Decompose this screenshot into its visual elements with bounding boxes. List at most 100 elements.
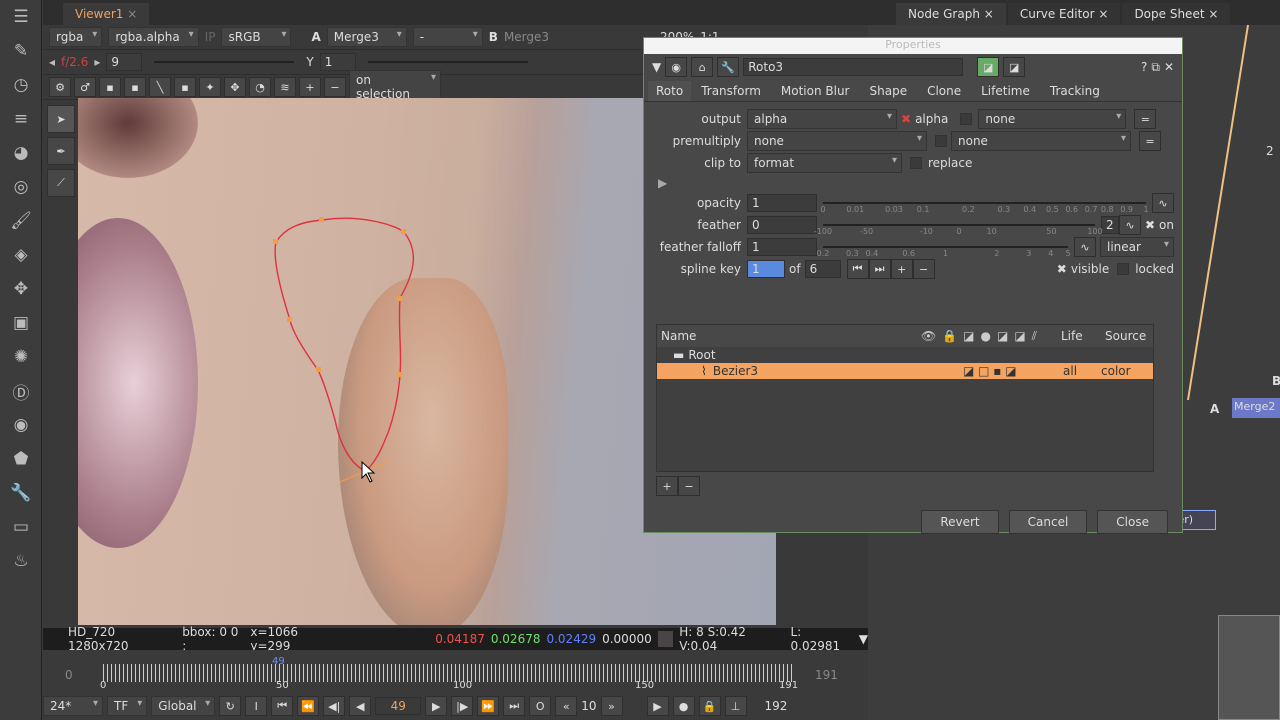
- tab-motion-blur[interactable]: Motion Blur: [771, 81, 860, 101]
- slider-tick-label: 0.2: [816, 249, 830, 258]
- out-point-icon[interactable]: O: [529, 696, 552, 716]
- premult-extra-dropdown[interactable]: none: [951, 131, 1131, 151]
- first-frame-icon[interactable]: ⏮: [271, 696, 294, 716]
- tab-tracking[interactable]: Tracking: [1040, 81, 1110, 101]
- close-icon[interactable]: ✕: [1164, 60, 1174, 74]
- in-point-icon[interactable]: I: [245, 696, 268, 716]
- tf-dropdown[interactable]: TF: [107, 696, 148, 716]
- prev-key-icon[interactable]: ⏮: [846, 259, 869, 279]
- revert-button[interactable]: Revert: [921, 510, 999, 534]
- tab-transform[interactable]: Transform: [691, 81, 771, 101]
- column-source[interactable]: Source: [1097, 329, 1153, 343]
- layer-source: color: [1101, 364, 1131, 378]
- navigator-minimap[interactable]: [1218, 615, 1280, 720]
- layer-tree[interactable]: Name 👁🔒◪●◪◪⫽ Life Source ▬ Root ⌇ Bezier3 ◪…: [656, 324, 1154, 472]
- remove-key-icon[interactable]: −: [912, 259, 935, 279]
- range-end[interactable]: 191: [815, 668, 838, 682]
- extra-channel-checkbox[interactable]: [960, 113, 973, 125]
- loop-icon[interactable]: ↻: [219, 696, 242, 716]
- luminance-value: L: 0.02981: [790, 625, 841, 653]
- feather-slider[interactable]: -100 -50 -10 0 10 50 100: [814, 224, 1103, 236]
- cancel-button[interactable]: Cancel: [1008, 510, 1088, 534]
- color-green-icon[interactable]: ◪: [977, 57, 1000, 77]
- increment-field[interactable]: 10: [581, 699, 596, 713]
- add-key-icon[interactable]: +: [890, 259, 913, 279]
- slider-tick-label: 10: [986, 227, 997, 236]
- next-frame-icon[interactable]: |▶: [451, 696, 474, 716]
- flipbook-icon[interactable]: ▶: [646, 696, 669, 716]
- output-dropdown[interactable]: alpha: [747, 109, 897, 129]
- tick-label: 191: [779, 680, 799, 691]
- viewer-info-bar: HD_720 1280x720 bbox: 0 0 : x=1066 y=299…: [43, 625, 868, 653]
- column-life[interactable]: Life: [1061, 329, 1097, 343]
- animation-curve-icon[interactable]: ∿: [1074, 237, 1096, 257]
- equal-button[interactable]: =: [1139, 131, 1161, 151]
- equal-button[interactable]: =: [1134, 109, 1157, 129]
- tree-row-root[interactable]: ▬ Root: [657, 347, 1153, 363]
- animation-curve-icon[interactable]: ∿: [1152, 193, 1174, 213]
- locked-checkbox[interactable]: [1117, 263, 1130, 275]
- expand-icon[interactable]: ▼: [859, 632, 868, 646]
- animation-curve-icon[interactable]: ∿: [1118, 215, 1141, 235]
- prev-key-icon[interactable]: ⏪: [297, 696, 320, 716]
- current-frame-marker[interactable]: 49: [272, 656, 285, 667]
- play-backward-icon[interactable]: ◀: [349, 696, 372, 716]
- opacity-slider[interactable]: 0 0.01 0.03 0.1 0.2 0.3 0.4 0.5 0.6 0.7 0.8 0.9 1: [820, 202, 1149, 214]
- lock-icon[interactable]: 🔒: [698, 696, 721, 716]
- end-frame-field[interactable]: 192: [765, 699, 788, 713]
- feather-count[interactable]: 2: [1100, 216, 1119, 234]
- frame-field[interactable]: 49: [375, 697, 422, 715]
- on-checkbox[interactable]: ✖: [1145, 218, 1155, 232]
- tab-shape[interactable]: Shape: [860, 81, 918, 101]
- remove-layer-button[interactable]: −: [678, 476, 700, 496]
- premultiply-dropdown[interactable]: none: [747, 131, 927, 151]
- node-name-field[interactable]: Roto3: [743, 58, 964, 76]
- tree-row-bezier3[interactable]: ⌇ Bezier3 ◪ □ ▪ ◪ all color: [657, 363, 1153, 379]
- red-value: 0.04187: [435, 632, 485, 646]
- slider-tick-label: 4: [1048, 249, 1054, 258]
- output-extra-dropdown[interactable]: none: [978, 109, 1127, 129]
- skip-forward-icon[interactable]: »: [600, 696, 623, 716]
- tick-label: 0: [100, 680, 107, 691]
- slider-tick-label: 0: [956, 227, 962, 236]
- fps-dropdown[interactable]: 24*: [43, 696, 103, 716]
- spline-key-field[interactable]: 1: [747, 260, 785, 278]
- play-forward-icon[interactable]: ▶: [425, 696, 448, 716]
- center-node-icon[interactable]: ◉: [665, 57, 688, 77]
- replace-checkbox[interactable]: [910, 157, 922, 169]
- close-button[interactable]: Close: [1097, 510, 1168, 534]
- clip-to-dropdown[interactable]: format: [747, 153, 902, 173]
- tab-clone[interactable]: Clone: [917, 81, 971, 101]
- expand-arrow-icon[interactable]: ▶: [658, 176, 667, 190]
- range-start[interactable]: 0: [65, 668, 73, 682]
- record-icon[interactable]: ●: [672, 696, 695, 716]
- merge2-node[interactable]: Merge2: [1232, 398, 1280, 418]
- help-icon[interactable]: ?: [1141, 60, 1147, 74]
- opacity-field[interactable]: 1: [747, 194, 817, 212]
- next-key-icon[interactable]: ⏭: [868, 259, 891, 279]
- falloff-slider[interactable]: 0.2 0.3 0.4 0.6 1 2 3 4 5: [817, 246, 1071, 258]
- wrench-icon[interactable]: 🔧: [717, 57, 740, 77]
- falloff-type-dropdown[interactable]: linear: [1100, 237, 1174, 257]
- visible-checkbox[interactable]: ✖: [1057, 262, 1067, 276]
- last-frame-icon[interactable]: ⏭: [503, 696, 526, 716]
- tab-lifetime[interactable]: Lifetime: [971, 81, 1040, 101]
- properties-window: Properties ▼ ◉ ⌂ 🔧 Roto3 ◪ ◪ ? ⧉ ✕ Roto …: [643, 37, 1183, 534]
- next-key-icon[interactable]: ⏩: [477, 696, 500, 716]
- feather-falloff-field[interactable]: 1: [747, 238, 817, 256]
- premult-checkbox[interactable]: [935, 135, 947, 147]
- collapse-icon[interactable]: ▼: [652, 60, 661, 74]
- tab-roto[interactable]: Roto: [648, 81, 692, 101]
- range-dropdown[interactable]: Global: [151, 696, 216, 716]
- float-icon[interactable]: ⧉: [1151, 60, 1160, 75]
- feather-field[interactable]: 0: [747, 216, 817, 234]
- input-icon[interactable]: ⌂: [691, 57, 714, 77]
- skip-back-icon[interactable]: «: [555, 696, 578, 716]
- column-name[interactable]: Name: [661, 329, 921, 343]
- add-layer-button[interactable]: +: [656, 476, 678, 496]
- prev-frame-icon[interactable]: ◀|: [323, 696, 346, 716]
- color-white-icon[interactable]: ◪: [1003, 57, 1026, 77]
- alpha-checkbox[interactable]: ✖: [901, 112, 911, 126]
- sync-icon[interactable]: ⊥: [724, 696, 747, 716]
- frame-slider[interactable]: [103, 664, 793, 682]
